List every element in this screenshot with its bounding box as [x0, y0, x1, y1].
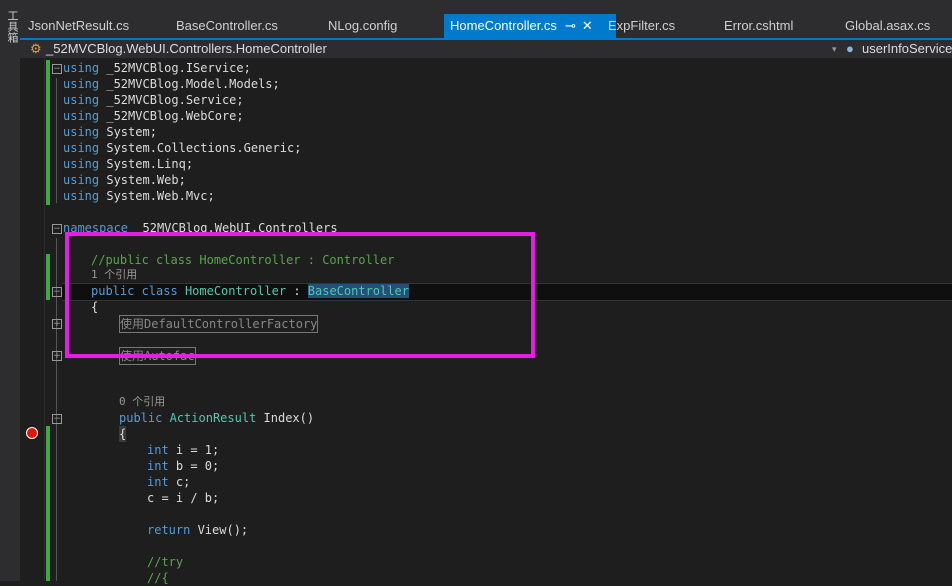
keyword: using — [63, 157, 100, 171]
editor-gutter[interactable] — [20, 58, 45, 581]
using-line: System.Web.Mvc; — [106, 189, 215, 203]
class-dropdown[interactable]: _52MVCBlog.WebUI.Controllers.HomeControl… — [46, 40, 327, 58]
code-line: int c; — [147, 475, 191, 489]
breakpoint-icon[interactable] — [26, 427, 38, 439]
type-name: ActionResult — [169, 411, 257, 425]
collapse-icon[interactable]: − — [52, 287, 62, 297]
class-icon: ⚙ — [30, 41, 42, 56]
using-line: _52MVCBlog.Service; — [106, 93, 244, 107]
highlight-annotation-box — [65, 232, 535, 358]
code-line: int b = 0; — [147, 459, 220, 473]
tab-label: HomeController.cs — [450, 18, 557, 33]
fold-line — [56, 78, 57, 203]
using-line: System; — [106, 125, 157, 139]
brace: { — [119, 426, 127, 442]
collapse-icon[interactable]: − — [52, 224, 62, 234]
toolbar — [0, 0, 952, 14]
keyword: using — [63, 109, 100, 123]
navigation-bar: ⚙ _52MVCBlog.WebUI.Controllers.HomeContr… — [20, 40, 952, 58]
tab-expfilter[interactable]: ExpFilter.cs — [608, 14, 675, 38]
collapse-icon[interactable]: − — [52, 414, 62, 424]
using-line: System.Collections.Generic; — [106, 141, 302, 155]
code-line: c = i / b; — [147, 491, 220, 505]
tab-homecontroller[interactable]: HomeController.cs ⊸ ✕ — [444, 14, 616, 38]
keyword: public — [119, 411, 163, 425]
collapse-icon[interactable]: − — [52, 64, 62, 74]
using-line: _52MVCBlog.IService; — [106, 61, 251, 75]
tab-basecontroller[interactable]: BaseController.cs — [176, 14, 278, 38]
code-line: int i = 1; — [147, 443, 220, 457]
using-line: System.Web; — [106, 173, 186, 187]
keyword: using — [63, 173, 100, 187]
keyword: using — [63, 189, 100, 203]
tab-nlog-config[interactable]: NLog.config — [328, 14, 397, 38]
pin-icon[interactable]: ⊸ — [565, 18, 576, 33]
comment-line: //{ — [147, 571, 169, 585]
keyword: using — [63, 61, 100, 75]
codelens-references[interactable]: 0 个引用 — [119, 394, 165, 410]
change-marker — [46, 254, 50, 300]
method-signature: Index() — [256, 411, 315, 425]
member-dropdown[interactable]: userInfoService — [862, 40, 952, 58]
close-icon[interactable]: ✕ — [582, 18, 593, 33]
change-marker — [46, 60, 50, 205]
keyword: using — [63, 125, 100, 139]
field-icon: ● — [846, 41, 854, 56]
chevron-down-icon[interactable]: ▾ — [832, 40, 837, 58]
tab-jsonnetresult[interactable]: JsonNetResult.cs — [28, 14, 129, 38]
using-line: _52MVCBlog.Model.Models; — [106, 77, 280, 91]
change-marker — [46, 426, 50, 581]
tab-global-asax[interactable]: Global.asax.cs — [845, 14, 930, 38]
using-line: System.Linq; — [106, 157, 194, 171]
tab-error-cshtml[interactable]: Error.cshtml — [724, 14, 793, 38]
document-tabs: JsonNetResult.cs BaseController.cs NLog.… — [20, 14, 952, 40]
toolbox-tab[interactable]: 工具箱 — [0, 0, 20, 581]
keyword: using — [63, 141, 100, 155]
code-line: return View(); — [147, 523, 249, 537]
keyword: using — [63, 77, 100, 91]
comment-line: //try — [147, 555, 184, 569]
expand-icon[interactable]: + — [52, 351, 62, 361]
keyword: using — [63, 93, 100, 107]
using-line: _52MVCBlog.WebCore; — [106, 109, 244, 123]
expand-icon[interactable]: + — [52, 319, 62, 329]
